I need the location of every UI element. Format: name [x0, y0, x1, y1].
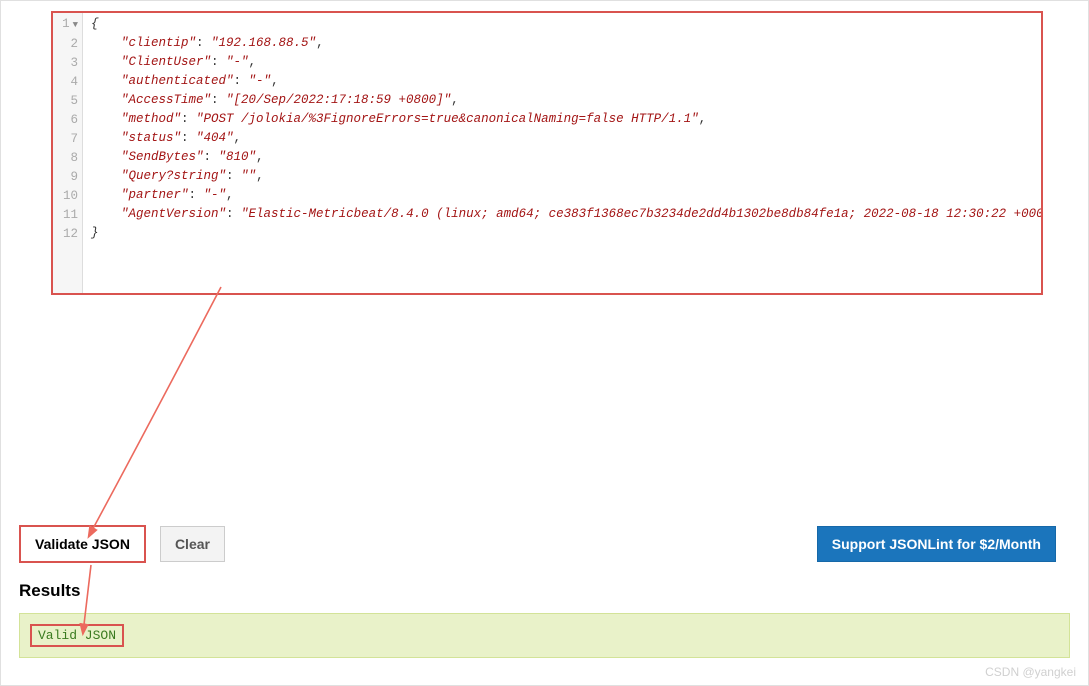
json-editor[interactable]: 1▼23456789101112 {"clientip": "192.168.8…: [51, 11, 1043, 295]
results-heading: Results: [19, 581, 1078, 601]
clear-button[interactable]: Clear: [160, 526, 225, 562]
watermark: CSDN @yangkei: [985, 665, 1076, 679]
annotation-arrow-1: [61, 281, 231, 546]
action-bar: Validate JSON Clear Support JSONLint for…: [11, 525, 1078, 563]
results-panel: Valid JSON: [19, 613, 1070, 658]
line-number-gutter: 1▼23456789101112: [53, 13, 83, 293]
support-button[interactable]: Support JSONLint for $2/Month: [817, 526, 1056, 562]
validation-status: Valid JSON: [30, 624, 124, 647]
code-content[interactable]: {"clientip": "192.168.88.5","ClientUser"…: [83, 13, 1041, 293]
validate-json-button[interactable]: Validate JSON: [19, 525, 146, 563]
